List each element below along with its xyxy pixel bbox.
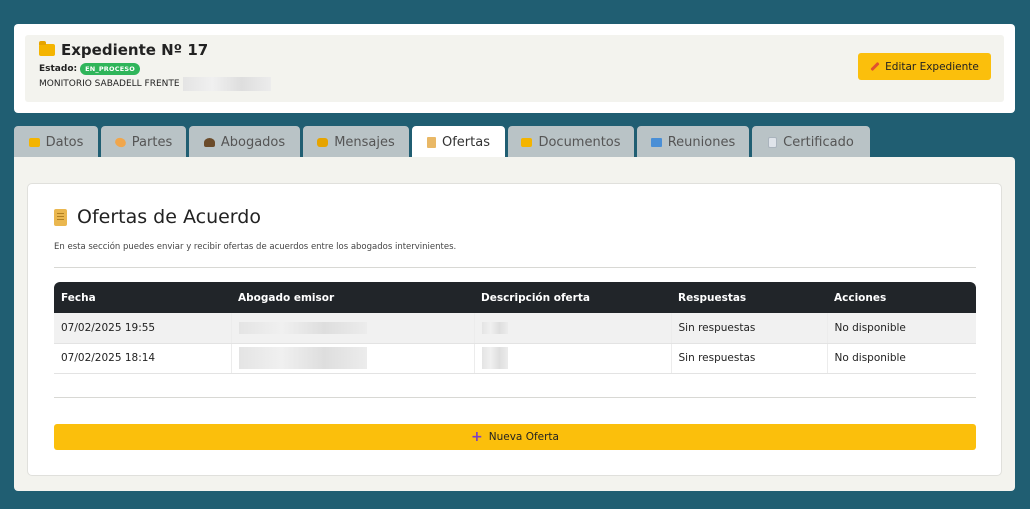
cell-acciones: No disponible (827, 313, 976, 344)
edit-case-button[interactable]: Editar Expediente (858, 53, 991, 80)
folder-icon (39, 41, 55, 56)
offers-table: Fecha Abogado emisor Descripción oferta … (54, 282, 976, 374)
folder-icon (521, 137, 533, 147)
new-offer-label: Nueva Oferta (488, 431, 559, 443)
tab-mensajes[interactable]: Mensajes (303, 126, 409, 158)
cell-descripcion (474, 343, 672, 374)
tab-datos[interactable]: Datos (14, 126, 98, 158)
tab-label: Ofertas (442, 135, 490, 150)
edit-case-label: Editar Expediente (885, 60, 979, 73)
folder-icon (28, 137, 40, 147)
tab-label: Reuniones (667, 134, 736, 150)
tab-label: Certificado (783, 134, 854, 150)
offers-card: Ofertas de Acuerdo En esta sección puede… (27, 183, 1002, 476)
tab-partes[interactable]: Partes (101, 126, 186, 158)
column-header-fecha: Fecha (54, 282, 231, 313)
divider (54, 267, 976, 268)
tab-certificado[interactable]: Certificado (752, 126, 870, 158)
tab-abogados[interactable]: Abogados (189, 126, 300, 158)
scroll-icon (427, 137, 436, 148)
section-title-text: Ofertas de Acuerdo (77, 206, 261, 228)
pencil-icon (870, 61, 880, 72)
cell-fecha: 07/02/2025 19:55 (54, 313, 232, 344)
table-row: 07/02/2025 19:55 Sin respuestas No dispo… (54, 313, 976, 344)
tab-label: Partes (131, 134, 173, 150)
cell-fecha: 07/02/2025 18:14 (54, 343, 232, 374)
tab-bar: Datos Partes Abogados Mensajes Ofertas D… (14, 126, 870, 159)
scroll-icon (54, 208, 67, 226)
column-header-abogado: Abogado emisor (231, 282, 474, 313)
case-header: Expediente Nº 17 Estado: EN_PROCESO MONI… (25, 35, 1004, 102)
case-title: Expediente Nº 17 (39, 40, 990, 60)
table-header-row: Fecha Abogado emisor Descripción oferta … (54, 282, 976, 313)
cell-abogado (231, 343, 475, 374)
cell-respuestas: Sin respuestas (671, 343, 828, 374)
cell-abogado (231, 313, 475, 344)
redacted-text (182, 77, 271, 91)
case-header-card: Expediente Nº 17 Estado: EN_PROCESO MONI… (14, 24, 1015, 113)
cell-acciones: No disponible (827, 343, 976, 374)
handshake-icon (113, 135, 127, 149)
case-name: MONITORIO SABADELL FRENTE (39, 79, 180, 89)
case-title-text: Expediente Nº 17 (61, 41, 209, 59)
document-icon (768, 136, 778, 148)
cell-descripcion (474, 313, 672, 344)
calendar-icon (650, 137, 662, 147)
tab-documentos[interactable]: Documentos (508, 126, 634, 158)
status-label: Estado: (39, 63, 78, 74)
tab-reuniones[interactable]: Reuniones (637, 126, 749, 158)
case-name-row: MONITORIO SABADELL FRENTE (39, 77, 990, 91)
tab-ofertas[interactable]: Ofertas (412, 126, 505, 159)
tab-label: Mensajes (334, 134, 395, 150)
tab-label: Datos (45, 134, 84, 150)
column-header-respuestas: Respuestas (671, 282, 827, 313)
column-header-acciones: Acciones (827, 282, 976, 313)
redacted-text (238, 347, 367, 369)
tab-content-panel: Ofertas de Acuerdo En esta sección puede… (14, 157, 1015, 491)
redacted-text (238, 321, 367, 334)
lock-icon (317, 137, 329, 147)
new-offer-button[interactable]: + Nueva Oferta (54, 424, 976, 450)
section-description: En esta sección puedes enviar y recibir … (54, 242, 457, 252)
section-title: Ofertas de Acuerdo (54, 206, 261, 228)
redacted-text (481, 347, 508, 369)
redacted-text (481, 321, 508, 334)
cell-respuestas: Sin respuestas (671, 313, 828, 344)
lawyer-icon (203, 137, 215, 147)
case-status-row: Estado: EN_PROCESO (39, 62, 990, 75)
tab-label: Documentos (538, 134, 621, 150)
tab-label: Abogados (220, 134, 286, 150)
column-header-descripcion: Descripción oferta (474, 282, 671, 313)
table-row: 07/02/2025 18:14 Sin respuestas No dispo… (54, 343, 976, 374)
status-badge: EN_PROCESO (80, 62, 140, 75)
divider (54, 397, 976, 398)
plus-icon: + (471, 429, 483, 445)
